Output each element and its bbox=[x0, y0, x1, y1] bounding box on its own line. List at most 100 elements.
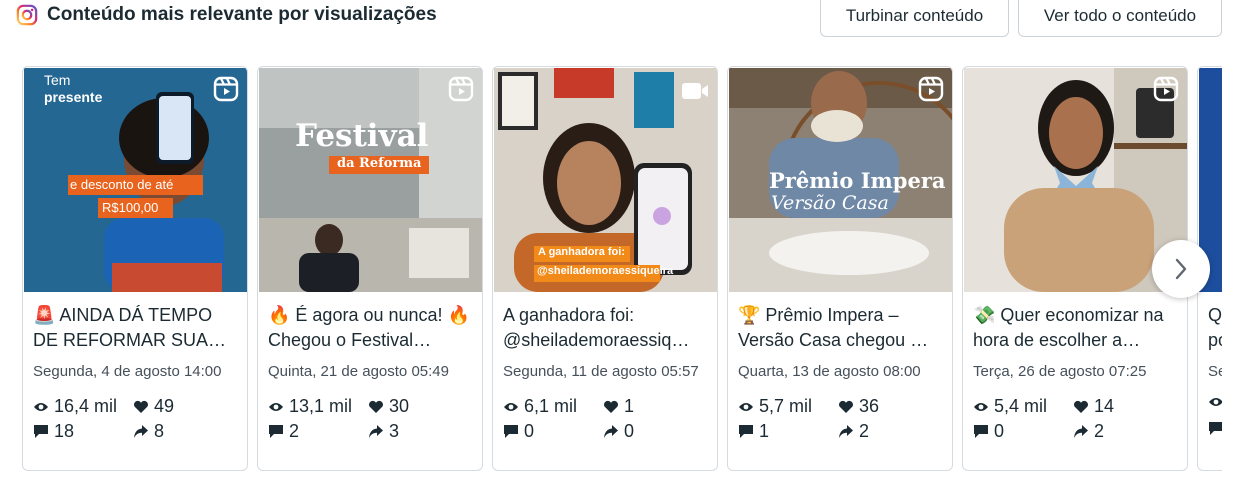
overlay-tem: Tem bbox=[44, 72, 71, 88]
shares-stat: 3 bbox=[368, 421, 399, 442]
shares-value: 2 bbox=[859, 421, 870, 441]
comments-stat: 1 bbox=[738, 421, 769, 442]
shares-value: 2 bbox=[1094, 421, 1105, 441]
carousel-next-button[interactable] bbox=[1152, 240, 1210, 298]
views-value: 5,4 mil bbox=[994, 396, 1048, 416]
post-date: Quinta, 21 de agosto 05:49 bbox=[268, 363, 449, 380]
comments-value: 18 bbox=[54, 421, 75, 441]
likes-value: 36 bbox=[859, 396, 880, 416]
chevron-right-icon bbox=[1175, 258, 1187, 280]
comments-value: 2 bbox=[289, 421, 300, 441]
overlay-handle: @sheilademoraessiqueira bbox=[537, 265, 674, 277]
overlay-presente: presente bbox=[44, 89, 103, 105]
reel-icon bbox=[213, 76, 239, 102]
views-value: 5,7 mil bbox=[759, 396, 813, 416]
overlay-desconto: e desconto de até bbox=[70, 177, 174, 192]
content-card[interactable]: Tem presente e desconto de até R$100,00 … bbox=[22, 66, 248, 471]
eye-icon bbox=[974, 402, 988, 411]
heart-icon bbox=[839, 400, 853, 413]
shares-value: 3 bbox=[389, 421, 400, 441]
comments-stat: 2 bbox=[268, 421, 299, 442]
post-caption: 🚨 AINDA DÁ TEMPO DE REFORMAR SUA… bbox=[33, 305, 227, 350]
heart-icon bbox=[1074, 400, 1088, 413]
post-date: Terça, 26 de agosto 07:25 bbox=[973, 363, 1147, 380]
share-icon bbox=[134, 425, 148, 438]
likes-value: 1 bbox=[624, 396, 635, 416]
comments-value: 0 bbox=[524, 421, 535, 441]
eye-icon bbox=[739, 402, 753, 411]
comment-icon bbox=[504, 425, 518, 438]
post-thumbnail[interactable]: Festival da Reforma bbox=[259, 68, 482, 292]
views-stat: 13,1 mil bbox=[268, 396, 352, 417]
post-date: Quarta, 13 de agosto 08:00 bbox=[738, 363, 921, 380]
comment-icon bbox=[739, 425, 753, 438]
views-value: 13,1 mil bbox=[289, 396, 353, 416]
post-caption: Q… po… bbox=[1208, 305, 1222, 350]
view-all-content-button[interactable]: Ver todo o conteúdo bbox=[1018, 0, 1222, 37]
post-caption: 🔥 É agora ou nunca! 🔥 Chegou o Festival… bbox=[268, 305, 470, 350]
eye-icon bbox=[269, 402, 283, 411]
views-stat: 6,1 mil bbox=[503, 396, 577, 417]
comment-icon bbox=[34, 425, 48, 438]
overlay-versao-casa: Versão Casa bbox=[771, 192, 889, 214]
likes-stat: 30 bbox=[368, 396, 409, 417]
shares-value: 0 bbox=[624, 421, 635, 441]
shares-stat: 2 bbox=[838, 421, 869, 442]
overlay-premio: Prêmio Impera bbox=[769, 168, 946, 193]
content-card[interactable]: Prêmio Impera Versão Casa 🏆 Prêmio Imper… bbox=[727, 66, 953, 471]
likes-stat: 36 bbox=[838, 396, 879, 417]
reel-icon bbox=[918, 76, 944, 102]
post-date: Segunda, 11 de agosto 05:57 bbox=[503, 363, 699, 380]
heart-icon bbox=[369, 400, 383, 413]
views-value: 16,4 mil bbox=[54, 396, 118, 416]
comments-stat: 0 bbox=[503, 421, 534, 442]
eye-icon bbox=[34, 402, 48, 411]
shares-stat: 8 bbox=[133, 421, 164, 442]
views-stat bbox=[1208, 396, 1222, 408]
shares-value: 8 bbox=[154, 421, 165, 441]
post-thumbnail[interactable]: Prêmio Impera Versão Casa bbox=[729, 68, 952, 292]
comment-icon bbox=[974, 425, 988, 438]
comments-value: 1 bbox=[759, 421, 770, 441]
comments-value: 0 bbox=[994, 421, 1005, 441]
likes-value: 14 bbox=[1094, 396, 1115, 416]
comments-stat: 0 bbox=[973, 421, 1004, 442]
views-value: 6,1 mil bbox=[524, 396, 578, 416]
views-stat: 5,7 mil bbox=[738, 396, 812, 417]
content-card[interactable]: Festival da Reforma 🔥 É agora ou nunca! … bbox=[257, 66, 483, 471]
likes-value: 49 bbox=[154, 396, 175, 416]
video-icon bbox=[682, 83, 708, 99]
top-content-carousel: Tem presente e desconto de até R$100,00 … bbox=[0, 66, 1222, 476]
overlay-festival: Festival bbox=[295, 118, 429, 154]
views-stat: 16,4 mil bbox=[33, 396, 117, 417]
boost-content-button[interactable]: Turbinar conteúdo bbox=[820, 0, 1009, 37]
post-thumbnail[interactable]: A ganhadora foi: @sheilademoraessiqueira bbox=[494, 68, 717, 292]
overlay-ganhadora: A ganhadora foi: bbox=[538, 246, 625, 258]
shares-stat: 2 bbox=[1073, 421, 1104, 442]
post-thumbnail[interactable]: Tem presente e desconto de até R$100,00 bbox=[24, 68, 247, 292]
post-date: Se… bbox=[1208, 363, 1222, 380]
likes-stat: 14 bbox=[1073, 396, 1114, 417]
comment-icon bbox=[1209, 422, 1222, 435]
heart-icon bbox=[134, 400, 148, 413]
share-icon bbox=[604, 425, 618, 438]
overlay-price: R$100,00 bbox=[102, 200, 159, 215]
post-caption: 🏆 Prêmio Impera – Versão Casa chegou … bbox=[738, 305, 929, 350]
post-caption: 💸 Quer economizar na hora de escolher a… bbox=[973, 305, 1164, 350]
share-icon bbox=[369, 425, 383, 438]
views-stat: 5,4 mil bbox=[973, 396, 1047, 417]
eye-icon bbox=[504, 402, 518, 411]
heart-icon bbox=[604, 400, 618, 413]
share-icon bbox=[839, 425, 853, 438]
comment-icon bbox=[269, 425, 283, 438]
likes-stat: 1 bbox=[603, 396, 634, 417]
reel-icon bbox=[1153, 76, 1179, 102]
overlay-da-reforma: da Reforma bbox=[337, 156, 422, 171]
post-date: Segunda, 4 de agosto 14:00 bbox=[33, 363, 222, 380]
reel-icon bbox=[448, 76, 474, 102]
post-caption: A ganhadora foi: @sheilademoraessiq… bbox=[503, 305, 690, 350]
share-icon bbox=[1074, 425, 1088, 438]
section-title: Conteúdo mais relevante por visualizaçõe… bbox=[47, 4, 437, 25]
likes-stat: 49 bbox=[133, 396, 174, 417]
content-card[interactable]: A ganhadora foi: @sheilademoraessiqueira… bbox=[492, 66, 718, 471]
